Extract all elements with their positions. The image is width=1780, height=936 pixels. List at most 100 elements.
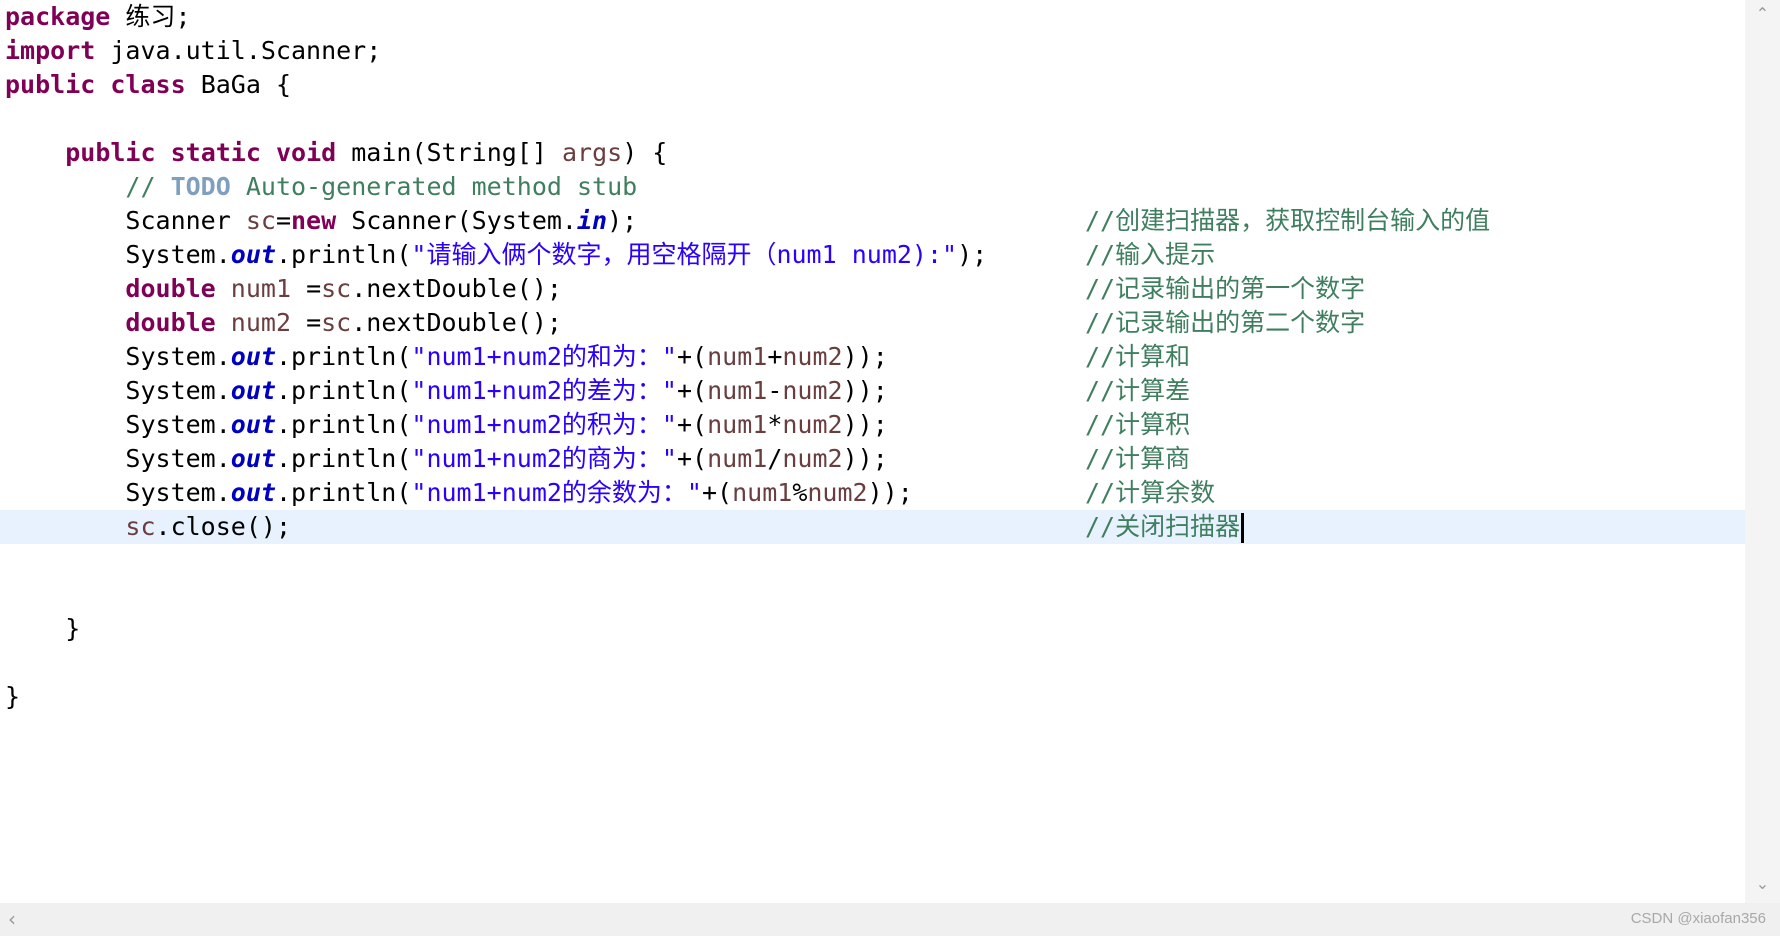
comment-text: //记录输出的第一个数字 bbox=[1085, 274, 1366, 303]
code-token: Scanner bbox=[5, 206, 246, 235]
code-line[interactable]: double num1 =sc.nextDouble(); //记录输出的第一个数… bbox=[0, 272, 1745, 306]
code-token: out bbox=[230, 240, 276, 269]
code-line[interactable]: package 练习; bbox=[0, 0, 1745, 34]
code-line[interactable]: } bbox=[0, 612, 1745, 646]
code-text: public class BaGa { bbox=[5, 68, 291, 102]
code-token: System. bbox=[5, 376, 231, 405]
code-token: .nextDouble(); bbox=[351, 274, 562, 303]
code-token: sc bbox=[245, 206, 276, 235]
comment-text: //计算和 bbox=[1085, 342, 1191, 371]
code-token: "num1+num2的和为：" bbox=[411, 342, 677, 371]
code-token: )); bbox=[842, 444, 888, 473]
horizontal-scrollbar[interactable]: ‹ CSDN @xiaofan356 bbox=[0, 903, 1780, 936]
code-token: num1 bbox=[707, 444, 768, 473]
code-token: "num1+num2的商为：" bbox=[411, 444, 677, 473]
code-token: num2 bbox=[782, 444, 843, 473]
code-line[interactable]: System.out.println("请输入俩个数字，用空格隔开（num1 n… bbox=[0, 238, 1745, 272]
code-line[interactable]: // TODO Auto-generated method stub bbox=[0, 170, 1745, 204]
code-text: Scanner sc=new Scanner(System.in); bbox=[5, 204, 637, 238]
line-comment: //记录输出的第一个数字 bbox=[1085, 272, 1365, 306]
code-token: .println( bbox=[275, 376, 412, 405]
code-line[interactable] bbox=[0, 544, 1745, 578]
code-line[interactable]: } bbox=[0, 680, 1745, 714]
code-token: System. bbox=[5, 342, 231, 371]
code-line[interactable]: System.out.println("num1+num2的和为："+(num1… bbox=[0, 340, 1745, 374]
code-token: num1 bbox=[732, 478, 793, 507]
code-token: out bbox=[230, 376, 276, 405]
code-token: ); bbox=[607, 206, 638, 235]
code-token: // bbox=[5, 172, 171, 201]
comment-text: //关闭扫描器 bbox=[1085, 512, 1241, 541]
code-token: out bbox=[230, 444, 276, 473]
code-token: System. bbox=[5, 444, 231, 473]
code-line[interactable]: System.out.println("num1+num2的余数为："+(num… bbox=[0, 476, 1745, 510]
code-token: )); bbox=[867, 478, 913, 507]
code-editor[interactable]: package 练习; import java.util.Scanner; publ… bbox=[0, 0, 1745, 903]
code-token: num2 bbox=[782, 342, 843, 371]
code-token: System. bbox=[5, 410, 231, 439]
code-line[interactable]: public static void main(String[] args) { bbox=[0, 136, 1745, 170]
code-token: System. bbox=[5, 240, 231, 269]
line-comment: //计算商 bbox=[1085, 442, 1190, 476]
code-line[interactable] bbox=[0, 578, 1745, 612]
code-line[interactable]: sc.close(); //关闭扫描器 bbox=[0, 510, 1745, 544]
code-token: sc bbox=[321, 308, 352, 337]
comment-text: //计算商 bbox=[1085, 444, 1191, 473]
line-comment: //计算差 bbox=[1085, 374, 1190, 408]
code-token: out bbox=[230, 342, 276, 371]
line-comment: //创建扫描器，获取控制台输入的值 bbox=[1085, 204, 1490, 238]
chevron-left-icon[interactable]: ‹ bbox=[8, 907, 16, 931]
code-token: "num1+num2的余数为：" bbox=[411, 478, 702, 507]
code-text: double num2 =sc.nextDouble(); bbox=[5, 306, 562, 340]
code-text: } bbox=[5, 680, 20, 714]
code-token: package bbox=[5, 2, 111, 31]
code-line[interactable]: import java.util.Scanner; bbox=[0, 34, 1745, 68]
vertical-scrollbar[interactable]: ⌃ ⌄ bbox=[1745, 0, 1780, 903]
code-token: } bbox=[5, 682, 21, 711]
comment-text: //输入提示 bbox=[1085, 240, 1216, 269]
code-line[interactable]: System.out.println("num1+num2的积为："+(num1… bbox=[0, 408, 1745, 442]
code-token: .close(); bbox=[155, 512, 291, 541]
code-line[interactable] bbox=[0, 102, 1745, 136]
code-token: double bbox=[125, 308, 216, 337]
code-token: * bbox=[767, 410, 783, 439]
code-line[interactable]: System.out.println("num1+num2的商为："+(num1… bbox=[0, 442, 1745, 476]
code-text: System.out.println("num1+num2的和为："+(num1… bbox=[5, 340, 887, 374]
code-token: )); bbox=[842, 376, 888, 405]
code-token: num2 bbox=[782, 376, 843, 405]
code-token: num2 bbox=[782, 410, 843, 439]
line-comment: //输入提示 bbox=[1085, 238, 1215, 272]
code-token: .nextDouble(); bbox=[351, 308, 562, 337]
code-line[interactable] bbox=[0, 646, 1745, 680]
code-token: .println( bbox=[275, 444, 412, 473]
code-token: +( bbox=[676, 376, 708, 405]
code-token: ); bbox=[957, 240, 988, 269]
code-text: System.out.println("num1+num2的余数为："+(num… bbox=[5, 476, 913, 510]
chevron-down-icon[interactable]: ⌄ bbox=[1745, 872, 1780, 896]
code-token: "请输入俩个数字，用空格隔开（num1 num2):" bbox=[411, 240, 958, 269]
code-text: sc.close(); bbox=[5, 510, 291, 544]
code-line[interactable]: public class BaGa { bbox=[0, 68, 1745, 102]
code-token: .println( bbox=[275, 240, 412, 269]
line-comment: //记录输出的第二个数字 bbox=[1085, 306, 1365, 340]
code-line[interactable]: double num2 =sc.nextDouble(); //记录输出的第二个数… bbox=[0, 306, 1745, 340]
code-token: "num1+num2的差为：" bbox=[411, 376, 677, 405]
chevron-up-icon[interactable]: ⌃ bbox=[1745, 2, 1780, 26]
code-token: .println( bbox=[275, 342, 412, 371]
code-token: + bbox=[767, 342, 783, 371]
code-text: System.out.println("请输入俩个数字，用空格隔开（num1 n… bbox=[5, 238, 987, 272]
code-token: 练习 bbox=[125, 2, 176, 31]
code-token: class bbox=[110, 70, 186, 99]
code-token: +( bbox=[701, 478, 733, 507]
comment-text: //创建扫描器，获取控制台输入的值 bbox=[1085, 206, 1491, 235]
code-line[interactable]: System.out.println("num1+num2的差为："+(num1… bbox=[0, 374, 1745, 408]
code-line[interactable]: Scanner sc=new Scanner(System.in); //创建扫描… bbox=[0, 204, 1745, 238]
comment-text: //记录输出的第二个数字 bbox=[1085, 308, 1366, 337]
line-comment: //计算积 bbox=[1085, 408, 1190, 442]
code-token: num2 bbox=[807, 478, 868, 507]
